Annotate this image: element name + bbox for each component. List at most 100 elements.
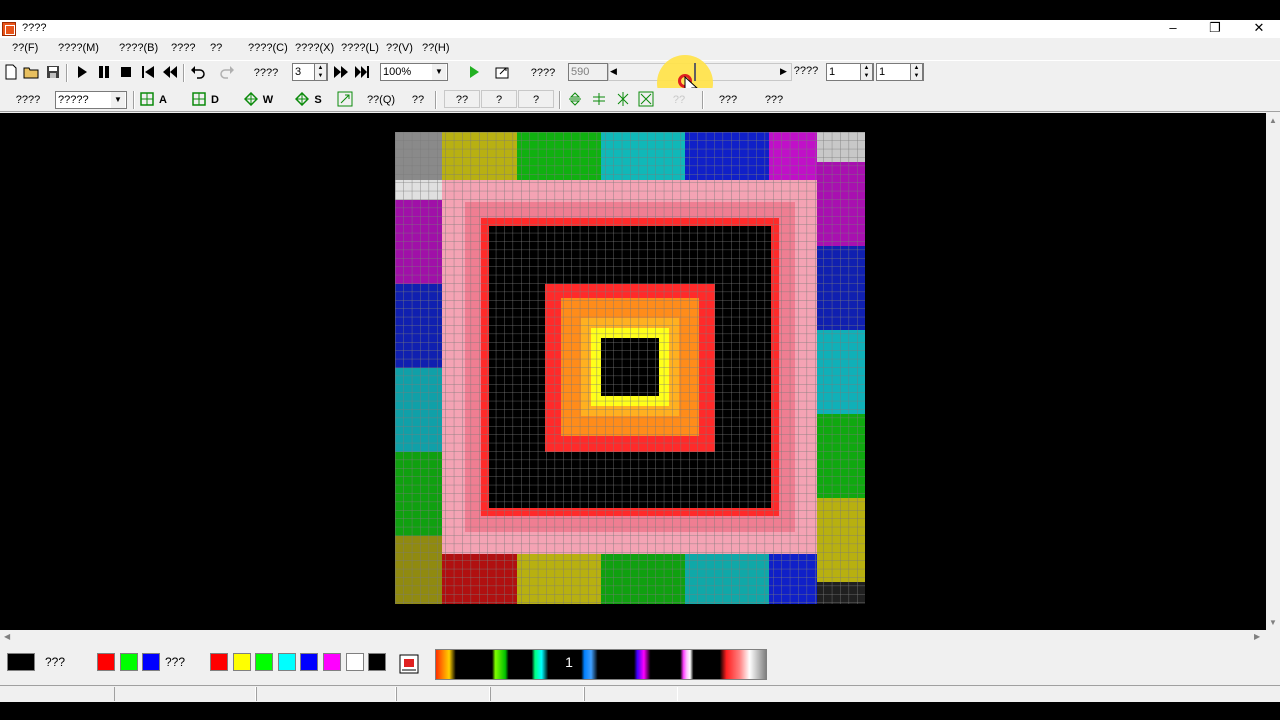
menu-x[interactable]: ????(X) <box>295 42 334 54</box>
step-back-icon[interactable] <box>162 64 178 80</box>
skip-first-icon[interactable] <box>140 64 156 80</box>
menu-l[interactable]: ????(L) <box>341 42 379 54</box>
horizontal-scrollbar[interactable] <box>0 630 1266 644</box>
run-icon[interactable] <box>466 64 482 80</box>
btn-c2[interactable]: ??? <box>756 91 792 109</box>
scroll-right-arrow[interactable]: ▶ <box>1254 632 1260 641</box>
menu-m[interactable]: ????(M) <box>58 42 99 54</box>
undo-icon[interactable] <box>190 64 206 80</box>
menu-file[interactable]: ??(F) <box>12 42 38 54</box>
flip-vertical-icon[interactable] <box>567 91 583 107</box>
gradient-strip[interactable] <box>435 649 767 680</box>
stop-icon[interactable] <box>118 64 134 80</box>
color-swatch-magenta[interactable] <box>323 653 341 671</box>
fill-a-icon[interactable] <box>140 92 154 106</box>
frame-total-field: 590 <box>568 63 608 81</box>
separator <box>133 91 135 109</box>
chevron-down-icon[interactable]: ▼ <box>432 64 446 80</box>
btn-b3[interactable]: ? <box>518 90 554 108</box>
export-icon[interactable] <box>494 64 510 80</box>
color-swatch-green[interactable] <box>120 653 138 671</box>
separator <box>702 91 704 109</box>
chevron-down-icon[interactable]: ▼ <box>111 92 125 108</box>
color-picker-icon[interactable] <box>399 654 419 674</box>
gradient-marker: 1 <box>565 654 573 670</box>
diamond-w-icon[interactable] <box>244 92 258 106</box>
total-label: ???? <box>530 67 556 79</box>
status-cell <box>396 687 490 701</box>
close-button[interactable]: ✕ <box>1238 20 1280 36</box>
screen-bottom-bar <box>0 702 1280 720</box>
frame-label: ???? <box>253 67 279 79</box>
color-swatch-yellow[interactable] <box>233 653 251 671</box>
palette-label-black: ??? <box>45 655 66 669</box>
skip-last-icon[interactable] <box>354 64 370 80</box>
rotate-icon[interactable] <box>638 91 654 107</box>
palette-label-rgb: ??? <box>165 655 186 669</box>
diamond-s-icon[interactable] <box>295 92 309 106</box>
status-cell <box>490 687 584 701</box>
slider-left-arrow[interactable]: ◀ <box>610 66 617 77</box>
menu-view[interactable]: ??(V) <box>386 42 413 54</box>
led-grid-preview[interactable] <box>395 132 865 604</box>
color-swatch-blue[interactable] <box>142 653 160 671</box>
color-swatch-white[interactable] <box>346 653 364 671</box>
status-cell <box>584 687 678 701</box>
mirror-x-icon[interactable] <box>615 91 631 107</box>
app-icon <box>2 22 16 36</box>
menu-5[interactable]: ?? <box>210 42 222 54</box>
spin-label: ???? <box>793 65 819 77</box>
fill-d-icon[interactable] <box>192 92 206 106</box>
frame-spinner[interactable]: ▲ ▼ <box>314 63 327 81</box>
title-bar <box>0 20 1280 38</box>
separator <box>66 64 68 82</box>
menu-4[interactable]: ???? <box>171 42 195 54</box>
color-swatch-black[interactable] <box>7 653 35 671</box>
btn-q2[interactable]: ?? <box>407 91 429 109</box>
slider-right-arrow[interactable]: ▶ <box>780 66 787 77</box>
btn-a[interactable]: A <box>156 91 170 109</box>
open-folder-icon[interactable] <box>23 64 39 80</box>
scroll-up-arrow[interactable]: ▲ <box>1269 116 1277 125</box>
window-title: ???? <box>22 22 47 34</box>
color-swatch-red[interactable] <box>97 653 115 671</box>
mode-label: ???? <box>15 94 41 106</box>
btn-b1[interactable]: ?? <box>444 90 480 108</box>
flip-horizontal-icon[interactable] <box>591 91 607 107</box>
btn-q[interactable]: ??(Q) <box>364 91 398 109</box>
color-swatch-black-2[interactable] <box>368 653 386 671</box>
scroll-left-arrow[interactable]: ◀ <box>4 632 10 641</box>
spin1-spinner[interactable]: ▲ ▼ <box>860 63 873 81</box>
step-forward-icon[interactable] <box>333 64 349 80</box>
separator <box>559 91 561 109</box>
redo-icon <box>220 66 234 79</box>
color-swatch-cyan[interactable] <box>278 653 296 671</box>
play-icon[interactable] <box>74 64 90 80</box>
separator <box>183 64 185 82</box>
status-cell <box>114 687 256 701</box>
menu-help[interactable]: ??(H) <box>422 42 450 54</box>
menu-b[interactable]: ????(B) <box>119 42 158 54</box>
maximize-button[interactable]: ❐ <box>1194 20 1236 36</box>
new-file-icon[interactable] <box>3 64 19 80</box>
menu-c[interactable]: ????(C) <box>248 42 288 54</box>
color-swatch-green-2[interactable] <box>255 653 273 671</box>
btn-c1[interactable]: ??? <box>710 91 746 109</box>
save-icon[interactable] <box>45 64 61 80</box>
minimize-button[interactable]: – <box>1152 20 1194 36</box>
btn-faded: ?? <box>672 94 686 106</box>
color-swatch-blue-2[interactable] <box>300 653 318 671</box>
btn-b2[interactable]: ? <box>481 90 517 108</box>
vertical-scrollbar[interactable] <box>1266 113 1280 630</box>
scroll-down-arrow[interactable]: ▼ <box>1269 618 1277 627</box>
transform-icon[interactable] <box>337 91 353 107</box>
color-swatch-red-2[interactable] <box>210 653 228 671</box>
btn-w[interactable]: W <box>260 91 276 109</box>
spin2-spinner[interactable]: ▲ ▼ <box>910 63 923 81</box>
status-cell <box>256 687 396 701</box>
btn-d[interactable]: D <box>208 91 222 109</box>
separator <box>435 91 437 109</box>
btn-s[interactable]: S <box>311 91 325 109</box>
screen-top-bar <box>0 0 1280 20</box>
pause-icon[interactable] <box>96 64 112 80</box>
